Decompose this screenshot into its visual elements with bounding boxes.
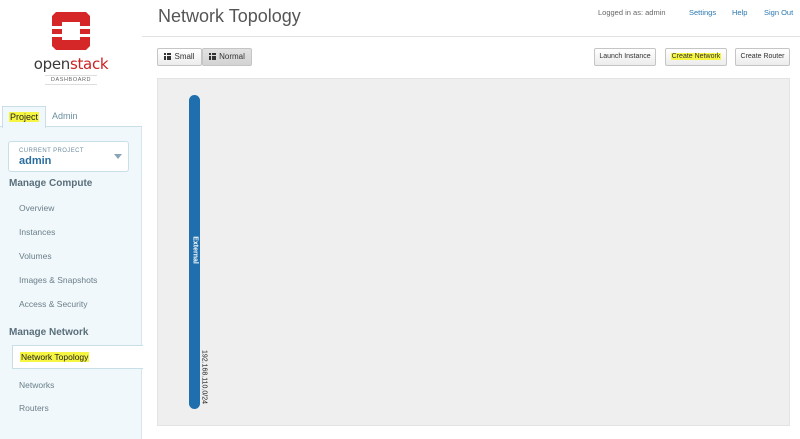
create-router-button[interactable]: Create Router <box>735 48 790 66</box>
logo[interactable]: openstack DASHBOARD <box>0 0 142 104</box>
view-small-label: Small <box>174 52 195 61</box>
help-link[interactable]: Help <box>732 8 747 17</box>
logo-wordmark: openstack <box>33 55 109 73</box>
project-selector-caption: CURRENT PROJECT <box>19 148 84 154</box>
sidebar-item-images-snapshots[interactable]: Images & Snapshots <box>19 275 97 285</box>
network-cidr: 192.168.110.0/24 <box>200 350 208 404</box>
logged-in-user: Logged in as: admin <box>598 8 666 17</box>
view-small-button[interactable]: Small <box>157 48 202 66</box>
tab-project[interactable]: Project <box>2 106 47 128</box>
sidebar-item-network-topology-label: Network Topology <box>20 352 90 362</box>
sidebar-item-instances[interactable]: Instances <box>19 227 55 237</box>
section-title-manage-compute: Manage Compute <box>9 178 93 189</box>
network-name: External <box>191 236 198 264</box>
tab-admin[interactable]: Admin <box>46 106 84 127</box>
launch-instance-button[interactable]: Launch Instance <box>594 48 656 66</box>
sidebar: openstack DASHBOARD Project Admin CURREN… <box>0 0 143 439</box>
network-bar-external[interactable]: External <box>189 95 200 409</box>
topology-canvas[interactable]: External 192.168.110.0/24 <box>157 78 790 426</box>
sign-out-link[interactable]: Sign Out <box>764 8 793 17</box>
sidebar-tabs: Project Admin <box>0 104 142 128</box>
grid-icon <box>209 53 217 60</box>
view-normal-button[interactable]: Normal <box>202 48 252 66</box>
sidebar-item-access-security[interactable]: Access & Security <box>19 299 88 309</box>
sidebar-item-overview[interactable]: Overview <box>19 203 54 213</box>
openstack-cube-icon <box>52 12 90 50</box>
project-selector[interactable]: CURRENT PROJECT admin <box>8 141 129 172</box>
settings-link[interactable]: Settings <box>689 8 716 17</box>
create-network-label: Create Network <box>670 53 722 60</box>
tab-project-label: Project <box>9 112 40 122</box>
sidebar-item-network-topology[interactable]: Network Topology <box>12 345 143 369</box>
chevron-down-icon <box>114 154 122 159</box>
header-divider <box>142 36 800 37</box>
project-selector-value: admin <box>19 155 52 167</box>
section-title-manage-network: Manage Network <box>9 327 89 338</box>
logo-subtitle: DASHBOARD <box>45 75 97 85</box>
view-normal-label: Normal <box>219 52 245 61</box>
app-window: openstack DASHBOARD Project Admin CURREN… <box>0 0 800 439</box>
sidebar-item-routers[interactable]: Routers <box>19 403 49 413</box>
grid-icon <box>164 53 172 60</box>
page-title: Network Topology <box>158 6 301 26</box>
sidebar-item-volumes[interactable]: Volumes <box>19 251 52 261</box>
sidebar-item-networks[interactable]: Networks <box>19 380 54 390</box>
create-network-button[interactable]: Create Network <box>665 48 727 66</box>
